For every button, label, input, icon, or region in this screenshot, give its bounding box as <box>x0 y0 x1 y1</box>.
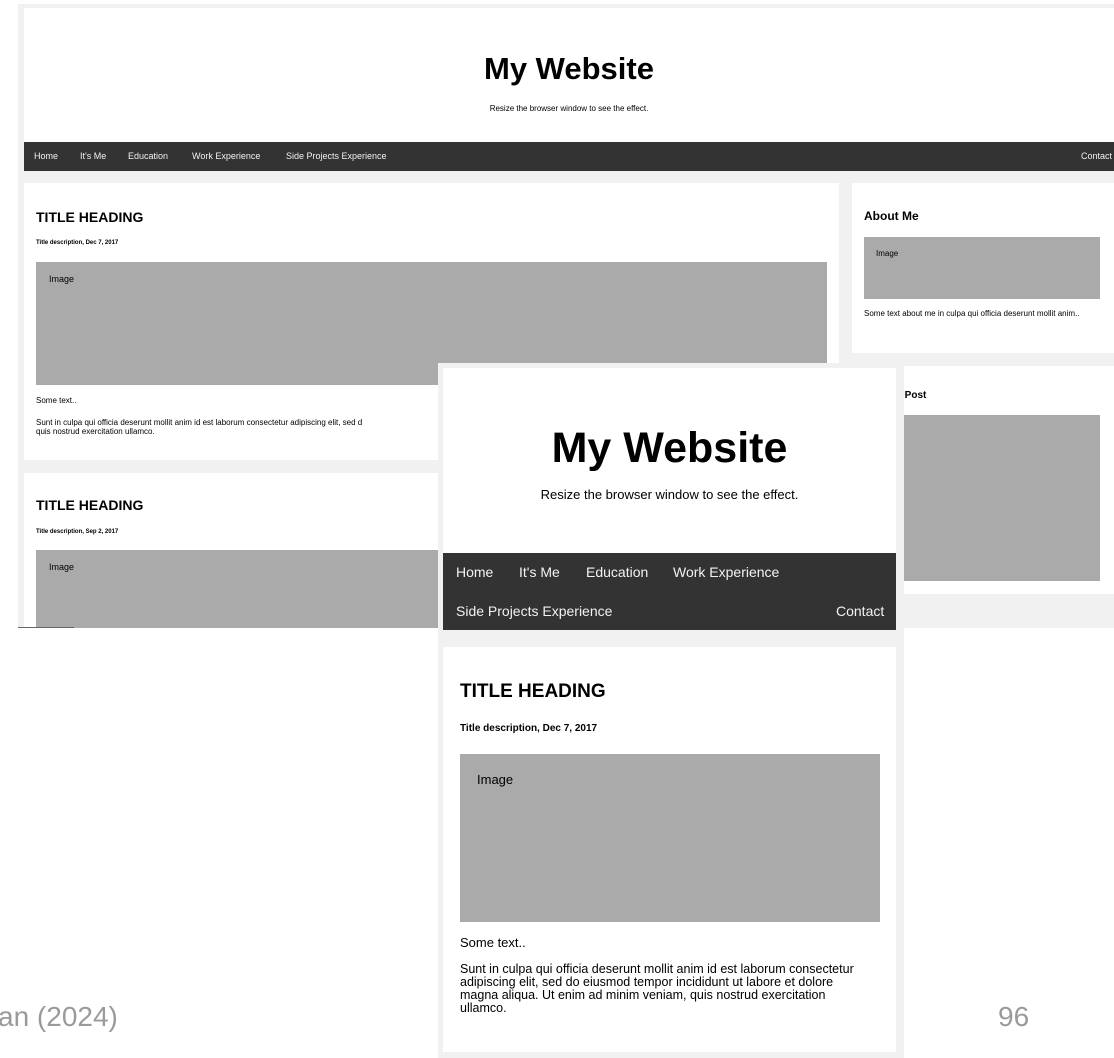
slide-page-number: 96 <box>998 1001 1030 1032</box>
image-label: Image <box>49 274 75 284</box>
top-nav: Home It's Me Education Work Experience S… <box>24 142 1114 171</box>
site-subtitle: Resize the browser window to see the eff… <box>489 104 649 113</box>
about-text: Some text about me in culpa qui officia … <box>864 309 1080 318</box>
about-me-card: About Me Image Some text about me in cul… <box>852 183 1114 353</box>
nav-home[interactable]: Home <box>34 151 58 161</box>
nav-education[interactable]: Education <box>586 564 648 580</box>
image-label: Image <box>477 772 514 787</box>
card-title: TITLE HEADING <box>36 497 144 513</box>
card-title: TITLE HEADING <box>460 681 606 702</box>
divider-line <box>18 627 74 628</box>
card-body-line2: quis nostrud exercitation ullamco. <box>36 427 155 436</box>
about-title: About Me <box>864 209 919 223</box>
image-placeholder: Image <box>460 754 880 922</box>
card-description: Title description, Dec 7, 2017 <box>460 723 598 734</box>
nav-education[interactable]: Education <box>128 151 168 161</box>
card-some-text: Some text.. <box>460 935 526 950</box>
card-description: Title description, Dec 7, 2017 <box>36 240 119 246</box>
slide-footer-citation: an (2024) <box>0 1001 118 1032</box>
site-subtitle: Resize the browser window to see the eff… <box>540 487 799 502</box>
image-placeholder: Image <box>864 237 1100 299</box>
nav-work-experience[interactable]: Work Experience <box>192 151 260 161</box>
site-title: My Website <box>551 424 788 472</box>
nav-side-projects[interactable]: Side Projects Experience <box>286 151 387 161</box>
site-header: My Website Resize the browser window to … <box>443 368 896 553</box>
nav-its-me[interactable]: It's Me <box>519 564 560 580</box>
card-title: TITLE HEADING <box>36 209 144 225</box>
nav-its-me[interactable]: It's Me <box>80 151 106 161</box>
nav-work-experience[interactable]: Work Experience <box>673 564 779 580</box>
site-header: My Website Resize the browser window to … <box>24 8 1114 146</box>
image-label: Image <box>49 562 75 572</box>
mobile-screenshot: My Website Resize the browser window to … <box>438 363 904 1058</box>
top-nav: Home It's Me Education Work Experience S… <box>443 553 896 630</box>
nav-home[interactable]: Home <box>456 564 493 580</box>
site-title: My Website <box>484 51 654 86</box>
card-some-text: Some text.. <box>36 396 77 405</box>
card-body-line1: Sunt in culpa qui officia deserunt molli… <box>36 418 363 427</box>
blog-card: TITLE HEADING Title description, Dec 7, … <box>443 647 896 1052</box>
nav-contact[interactable]: Contact <box>836 603 884 619</box>
nav-contact[interactable]: Contact <box>1081 151 1112 161</box>
card-description: Title description, Sep 2, 2017 <box>36 529 119 535</box>
card-body: Sunt in culpa qui officia deserunt molli… <box>460 962 854 1015</box>
nav-side-projects[interactable]: Side Projects Experience <box>456 603 612 619</box>
image-label: Image <box>876 249 899 258</box>
